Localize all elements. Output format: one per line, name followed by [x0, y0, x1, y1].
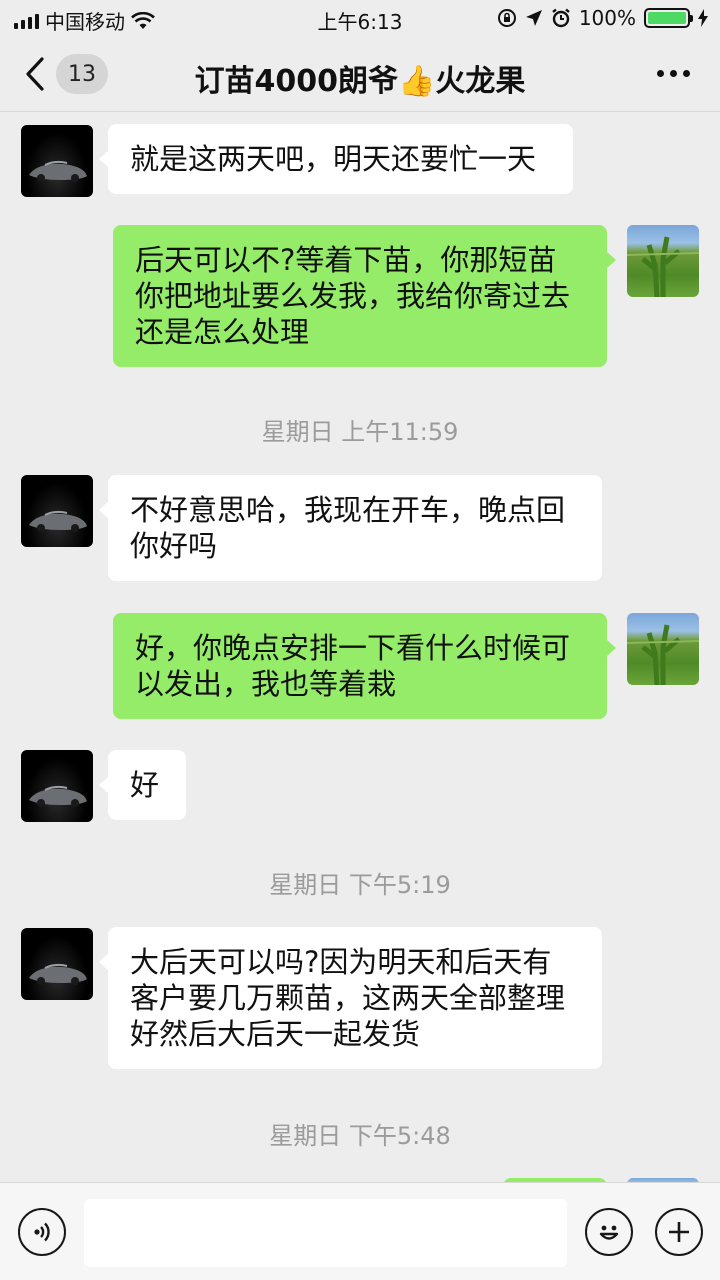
status-bar: 中国移动 上午6:13 100%: [0, 0, 720, 36]
emoji-button[interactable]: [585, 1208, 633, 1256]
chat-area[interactable]: 就是这两天吧，明天还要忙一天 后天可以不?等着下苗，你那短苗你把地址要么发我，我…: [0, 112, 720, 1182]
contact-avatar[interactable]: [21, 928, 93, 1000]
emoji-icon: [599, 1225, 619, 1240]
charging-icon: [698, 9, 708, 27]
message-bubble-outgoing[interactable]: 好，你晚点安排一下看什么时候可以发出，我也等着栽: [113, 613, 616, 719]
message-timestamp: 星期日 上午11:59: [261, 418, 459, 446]
message-input[interactable]: [84, 1199, 567, 1267]
voice-button[interactable]: [18, 1208, 66, 1256]
plant-image-icon: [627, 624, 699, 685]
contact-avatar[interactable]: [21, 750, 93, 822]
message-bubble-incoming[interactable]: 就是这两天吧，明天还要忙一天: [99, 124, 573, 194]
back-button[interactable]: 13: [24, 54, 108, 94]
message-timestamp: 星期日 下午5:19: [269, 871, 451, 899]
more-icon: [657, 70, 664, 77]
car-image-icon: [29, 160, 87, 182]
more-button[interactable]: [657, 70, 690, 77]
voice-icon: [34, 1222, 50, 1242]
chevron-left-icon: [26, 57, 44, 91]
car-image-icon: [29, 785, 87, 807]
contact-avatar[interactable]: [21, 125, 93, 197]
my-avatar[interactable]: [627, 225, 699, 297]
my-avatar[interactable]: [627, 613, 699, 685]
plant-image-icon: [627, 236, 699, 297]
message-bubble-incoming[interactable]: 好: [99, 750, 186, 820]
plus-icon: [669, 1222, 689, 1242]
message-bubble-incoming[interactable]: 大后天可以吗?因为明天和后天有客户要几万颗苗，这两天全部整理好然后大后天一起发货: [99, 927, 602, 1069]
more-icon-dot: [670, 70, 677, 77]
input-bar: [0, 1182, 720, 1280]
unread-count-badge: 13: [56, 54, 108, 94]
message-timestamp: 星期日 下午5:48: [269, 1122, 451, 1150]
more-icon-dot: [683, 70, 690, 77]
alarm-icon: [552, 8, 570, 28]
car-image-icon: [29, 510, 87, 532]
message-bubble-incoming[interactable]: 不好意思哈，我现在开车，晚点回你好吗: [99, 475, 602, 581]
message-bubble-outgoing[interactable]: 后天可以不?等着下苗，你那短苗你把地址要么发我，我给你寄过去还是怎么处理: [113, 225, 616, 367]
plus-button[interactable]: [655, 1208, 703, 1256]
location-icon: [525, 10, 542, 26]
battery-percent: 100%: [578, 6, 636, 30]
car-image-icon: [29, 963, 87, 985]
orientation-lock-icon: [497, 9, 516, 27]
chat-header: 13 订苗4000朗爷👍火龙果: [0, 36, 720, 112]
battery-icon: [644, 8, 693, 28]
chat-title: 订苗4000朗爷👍火龙果: [194, 64, 526, 99]
status-right: 100%: [497, 6, 708, 30]
contact-avatar[interactable]: [21, 475, 93, 547]
